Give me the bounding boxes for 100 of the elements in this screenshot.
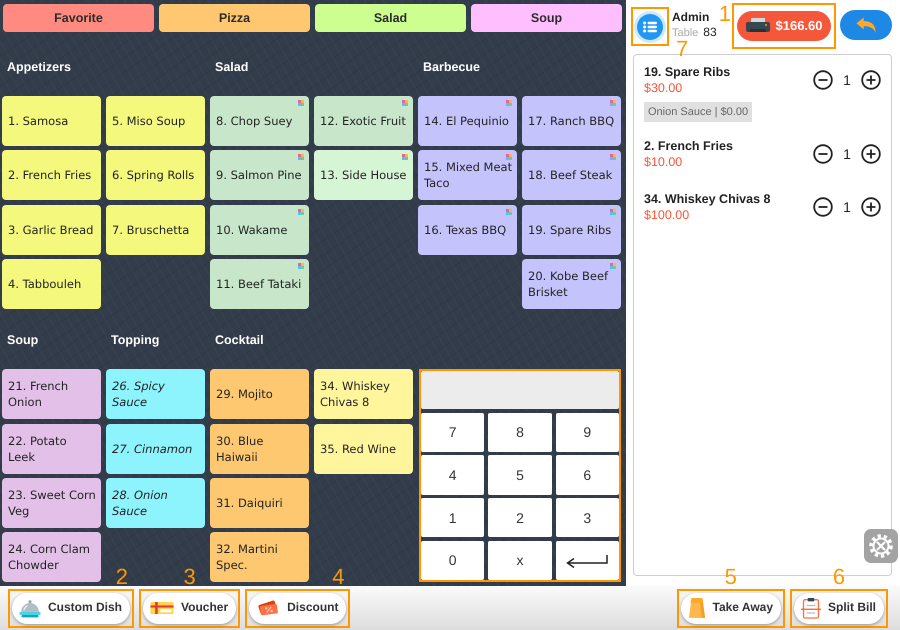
menu-item-button[interactable]: 19. Spare Ribs (522, 204, 621, 255)
menu-item-button[interactable]: 31. Daiquiri (210, 478, 309, 528)
callout-number: 3 (183, 568, 196, 586)
menu-item-button[interactable]: 17. Ranch BBQ (522, 96, 621, 146)
menu-item-button[interactable]: 21. French Onion (2, 369, 101, 420)
category-tab[interactable]: Soup (471, 4, 622, 32)
modifier-tag: Onion Sauce | $0.00 (644, 102, 752, 122)
category-tab[interactable]: Pizza (159, 4, 310, 32)
menu-item-button[interactable]: 35. Red Wine (314, 424, 413, 474)
menu-item-button[interactable]: 13. Side House (314, 150, 413, 200)
menu-item-button[interactable]: 11. Beef Tataki (210, 259, 309, 310)
menu-item-button[interactable]: 16. Texas BBQ (418, 204, 517, 255)
callout-number: 6 (832, 568, 846, 586)
order-item-name: 19. Spare Ribs (644, 64, 732, 80)
category-tab[interactable]: Salad (315, 4, 466, 32)
section-title: Soup (6, 332, 40, 350)
minus-icon (813, 144, 833, 164)
quantity-value: 1 (842, 70, 852, 90)
numpad-key[interactable]: 6 (556, 455, 619, 495)
take-away-button[interactable]: Take Away (680, 592, 781, 624)
order-item-price: $30.00 (644, 80, 684, 96)
category-tab[interactable]: Favorite (3, 4, 154, 32)
menu-item-button[interactable]: 2. French Fries (2, 150, 101, 200)
menu-button[interactable] (637, 14, 663, 40)
numpad-key[interactable]: 3 (556, 498, 619, 538)
menu-item-button[interactable]: 20. Kobe Beef Brisket (522, 259, 621, 310)
menu-item-button[interactable]: 10. Wakame (210, 204, 309, 255)
undo-arrow-icon (855, 17, 877, 33)
list-icon (643, 20, 657, 32)
menu-item-button[interactable]: 23. Sweet Corn Veg (2, 478, 101, 528)
order-item-price: $100.00 (644, 207, 690, 223)
discount-button[interactable]: Discount (249, 592, 346, 624)
decrease-button[interactable] (813, 197, 833, 217)
callout-number: 5 (724, 568, 737, 586)
cloche-icon (19, 598, 41, 618)
section-title: Topping (110, 332, 160, 350)
menu-item-button[interactable]: 15. Mixed Meat Taco (418, 150, 517, 200)
menu-item-button[interactable]: 34. Whiskey Chivas 8 (314, 369, 413, 420)
numpad-key[interactable]: 5 (488, 455, 552, 495)
menu-item-button[interactable]: 28. Onion Sauce (106, 478, 205, 528)
increase-button[interactable] (861, 144, 881, 164)
menu-item-button[interactable]: 9. Salmon Pine (210, 150, 309, 200)
numpad-key[interactable]: x (488, 540, 552, 580)
menu-item-button[interactable]: 27. Cinnamon (106, 424, 205, 474)
plus-icon (861, 144, 881, 164)
section-title: Barbecue (422, 59, 481, 76)
menu-item-button[interactable]: 12. Exotic Fruit (314, 96, 413, 146)
custom-dish-button[interactable]: Custom Dish (12, 592, 130, 624)
split-bill-button[interactable]: Split Bill (794, 592, 884, 624)
menu-item-button[interactable]: 3. Garlic Bread (2, 204, 101, 255)
decrease-button[interactable] (813, 144, 833, 164)
menu-item-button[interactable]: 24. Corn Clam Chowder (2, 532, 101, 582)
increase-button[interactable] (861, 70, 881, 90)
section-title: Appetizers (6, 59, 72, 76)
numpad-display-field[interactable] (421, 371, 619, 410)
numpad-key[interactable]: 9 (556, 412, 619, 452)
order-item-price: $10.00 (644, 154, 684, 170)
menu-item-button[interactable]: 22. Potato Leek (2, 424, 101, 474)
tickets-icon (256, 598, 280, 618)
menu-item-button[interactable]: 18. Beef Steak (522, 150, 621, 200)
printer-icon (746, 18, 770, 34)
numpad-key[interactable]: 7 (421, 412, 484, 452)
menu-item-button[interactable]: 7. Bruschetta (106, 204, 205, 255)
menu-item-button[interactable]: 1. Samosa (2, 96, 101, 146)
quantity-value: 1 (842, 144, 852, 164)
section-title: Cocktail (214, 332, 265, 350)
menu-item-button[interactable]: 4. Tabbouleh (2, 259, 101, 310)
numpad-key[interactable]: 1 (421, 498, 484, 538)
paper-bag-icon (688, 597, 706, 619)
enter-key[interactable] (556, 540, 619, 580)
decrease-button[interactable] (813, 70, 833, 90)
numpad-key[interactable]: 8 (488, 412, 552, 452)
enter-icon (565, 554, 610, 568)
numpad-key[interactable]: 4 (421, 455, 484, 495)
menu-item-button[interactable]: 6. Spring Rolls (106, 150, 205, 200)
section-title: Salad (214, 59, 250, 76)
callout-number: 4 (332, 568, 344, 586)
order-item-name: 34. Whiskey Chivas 8 (644, 191, 772, 207)
clipboard-icon (801, 597, 821, 619)
increase-button[interactable] (861, 197, 881, 217)
order-item-name: 2. French Fries (644, 138, 734, 154)
quantity-value: 1 (842, 198, 852, 216)
table-label: Table (672, 27, 698, 39)
menu-item-button[interactable]: 14. El Pequinio (418, 96, 517, 146)
menu-item-button[interactable]: 30. Blue Haiwaii (210, 424, 309, 474)
menu-item-button[interactable]: 5. Miso Soup (106, 96, 205, 146)
voucher-button[interactable]: Voucher (143, 592, 236, 624)
menu-item-button[interactable]: 29. Mojito (210, 369, 309, 420)
numpad-key[interactable]: 2 (488, 498, 552, 538)
menu-item-button[interactable]: 26. Spicy Sauce (106, 369, 205, 420)
menu-item-button[interactable]: 8. Chop Suey (210, 96, 309, 146)
callout-number: 2 (116, 568, 128, 586)
minus-icon (813, 197, 833, 217)
numpad-key[interactable]: 0 (421, 540, 484, 580)
minus-icon (813, 70, 833, 90)
callout-number: 7 (676, 40, 688, 58)
back-button[interactable] (840, 10, 892, 40)
menu-item-button[interactable]: 32. Martini Spec. (210, 532, 309, 582)
table-number: 83 (703, 25, 717, 39)
plus-icon (861, 70, 881, 90)
